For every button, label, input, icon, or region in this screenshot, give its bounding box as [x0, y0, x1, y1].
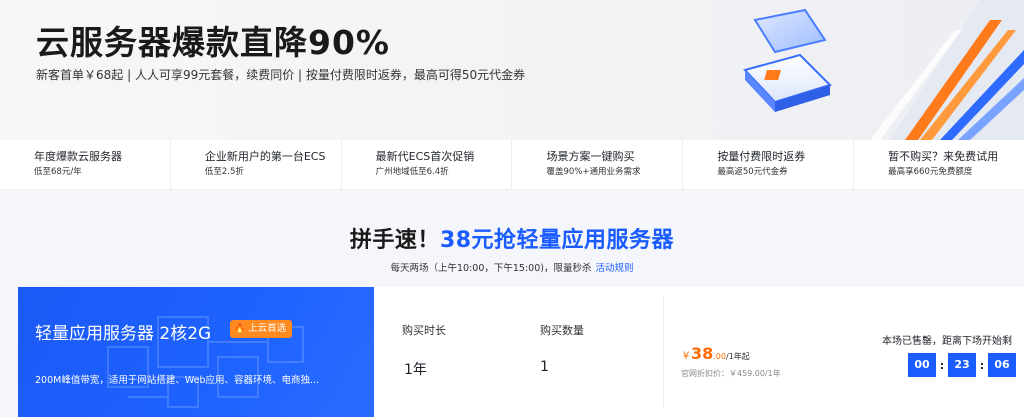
countdown-hours: 00 [908, 353, 936, 377]
feature-desc: 最高返50元代金券 [717, 167, 788, 177]
price-unit: /1年起 [726, 352, 750, 361]
feature-desc: 最高享660元免费额度 [888, 167, 973, 177]
feature-title: 企业新用户的第一台ECS [204, 150, 326, 163]
product-card: 轻量应用服务器 2核2G 🔥 上云首选 200M峰值带宽，适用于网站搭建、Web… [18, 287, 1024, 417]
fire-icon: 🔥 [234, 324, 246, 334]
feature-item-free-trial[interactable]: 暂不购买？来免费试用 最高享660元免费额度 [854, 140, 1024, 189]
countdown-separator: : [939, 358, 945, 372]
hero-illustration [743, 0, 1024, 140]
feature-item-enterprise-ecs[interactable]: 企业新用户的第一台ECS 低至2.5折 [171, 140, 342, 189]
feature-desc: 低至68元/年 [34, 167, 82, 177]
promo-title: 拼手速！38元抢轻量应用服务器 [0, 222, 1024, 254]
promo-title-prefix: 拼手速！ [349, 228, 440, 253]
recommend-badge: 🔥 上云首选 [230, 320, 293, 338]
feature-desc: 低至2.5折 [204, 167, 244, 177]
promo-title-highlight: 38元抢轻量应用服务器 [439, 228, 675, 253]
recommend-badge-label: 上云首选 [248, 323, 287, 334]
sale-price: ￥38.00/1年起 [681, 344, 750, 363]
feature-title: 暂不购买？来免费试用 [888, 150, 999, 163]
feature-desc: 广州地域低至6.4折 [375, 167, 449, 177]
rules-link[interactable]: 活动规则 [595, 263, 633, 274]
hero-banner: 云服务器爆款直降90% 新客首单￥68起 | 人人可享99元套餐，续费同价 | … [0, 0, 1024, 140]
hero-subtitle: 新客首单￥68起 | 人人可享99元套餐，续费同价 | 按量付费限时返券，最高可… [36, 68, 526, 82]
feature-item-scenario[interactable]: 场景方案一键购买 覆盖90%+通用业务需求 [512, 140, 684, 189]
duration-label: 购买时长 [402, 324, 446, 337]
duration-select[interactable]: 1年 [404, 359, 427, 379]
price-currency: ￥ [681, 351, 691, 362]
sold-out-status: 本场已售罄，距离下场开始剩 [882, 336, 1012, 347]
product-banner[interactable]: 轻量应用服务器 2核2G 🔥 上云首选 200M峰值带宽，适用于网站搭建、Web… [18, 287, 374, 417]
quantity-stepper[interactable]: 1 [540, 359, 549, 375]
promo-schedule: 每天两场（上午10:00，下午15:00)，限量秒杀 [390, 263, 592, 274]
feature-item-pay-as-you-go[interactable]: 按量付费限时返券 最高返50元代金券 [683, 140, 855, 189]
original-price: 官网折扣价：￥459.00/1年 [681, 369, 781, 378]
feature-desc: 覆盖90%+通用业务需求 [546, 167, 641, 177]
price-integer: 38 [691, 344, 714, 363]
feature-title: 场景方案一键购买 [546, 150, 635, 163]
promo-subtitle: 每天两场（上午10:00，下午15:00)，限量秒杀 活动规则 [0, 260, 1024, 274]
feature-row: 年度爆款云服务器 低至68元/年 企业新用户的第一台ECS 低至2.5折 最新代… [0, 140, 1024, 190]
countdown-separator: : [979, 358, 985, 372]
product-name: 轻量应用服务器 2核2G [35, 324, 212, 344]
quantity-label: 购买数量 [540, 324, 584, 337]
feature-title: 年度爆款云服务器 [34, 150, 122, 163]
price-decimal: .00 [713, 352, 726, 361]
countdown-seconds: 06 [988, 353, 1016, 377]
feature-title: 最新代ECS首次促销 [375, 150, 475, 163]
feature-title: 按量付费限时返券 [717, 150, 806, 163]
feature-item-new-ecs[interactable]: 最新代ECS首次促销 广州地域低至6.4折 [342, 140, 513, 189]
feature-item-annual-hot[interactable]: 年度爆款云服务器 低至68元/年 [0, 140, 171, 189]
countdown-timer: 00 : 23 : 06 [908, 353, 1016, 377]
product-description: 200M峰值带宽，适用于网站搭建、Web应用、容器环境、电商独... [35, 375, 320, 386]
divider [663, 297, 664, 407]
countdown-minutes: 23 [948, 353, 976, 377]
hero-title: 云服务器爆款直降90% [36, 23, 390, 62]
